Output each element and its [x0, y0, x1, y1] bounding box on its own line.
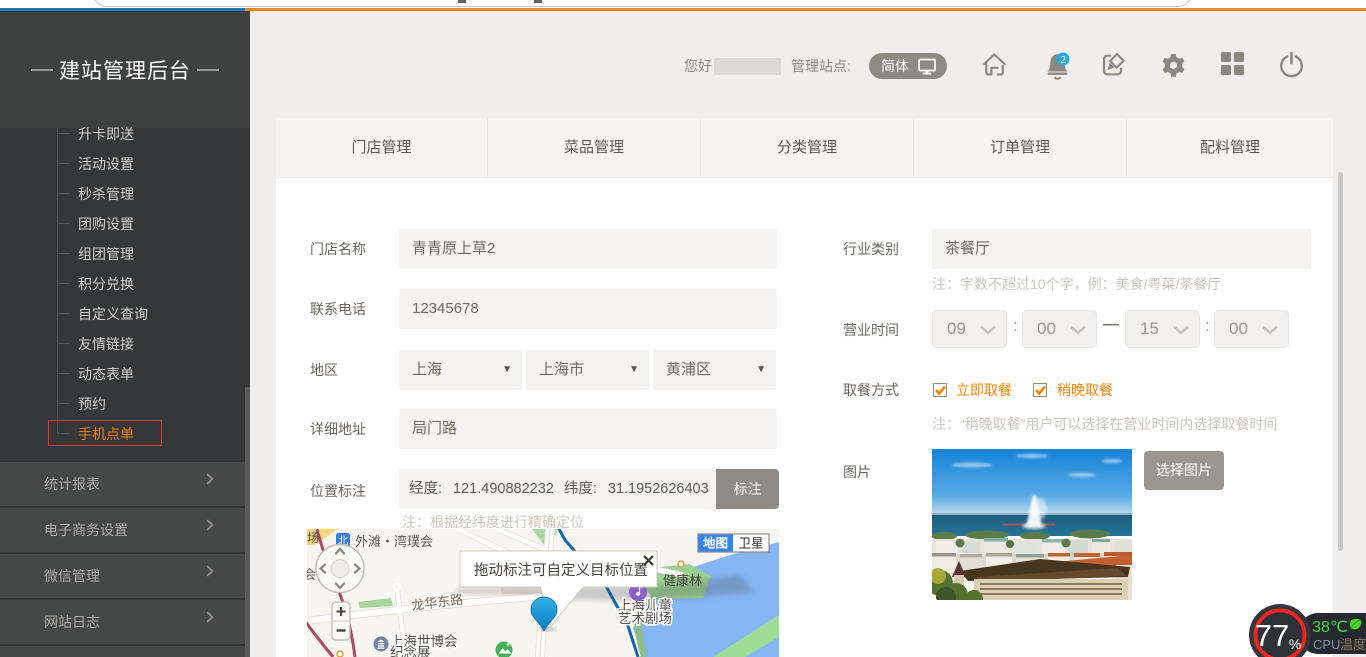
svg-text:外滩・湾璞会: 外滩・湾璞会 [355, 534, 433, 549]
svg-text:卫星: 卫星 [738, 537, 763, 551]
svg-text:地图: 地图 [703, 536, 728, 551]
svg-text:77: 77 [1255, 618, 1289, 653]
svg-text:场: 场 [307, 531, 319, 545]
svg-text:2: 2 [1060, 54, 1066, 66]
svg-text:CPU: CPU [1313, 637, 1340, 652]
svg-text:健康林: 健康林 [663, 573, 702, 588]
svg-text:会: 会 [307, 567, 316, 582]
svg-text:拖动标注可自定义目标位置: 拖动标注可自定义目标位置 [474, 562, 648, 579]
svg-text:艺术剧场: 艺术剧场 [618, 611, 672, 626]
svg-text:温度: 温度 [1340, 637, 1366, 652]
svg-text:38℃: 38℃ [1312, 619, 1348, 636]
svg-text:纪念展: 纪念展 [390, 644, 431, 657]
svg-text:%: % [1289, 636, 1301, 652]
